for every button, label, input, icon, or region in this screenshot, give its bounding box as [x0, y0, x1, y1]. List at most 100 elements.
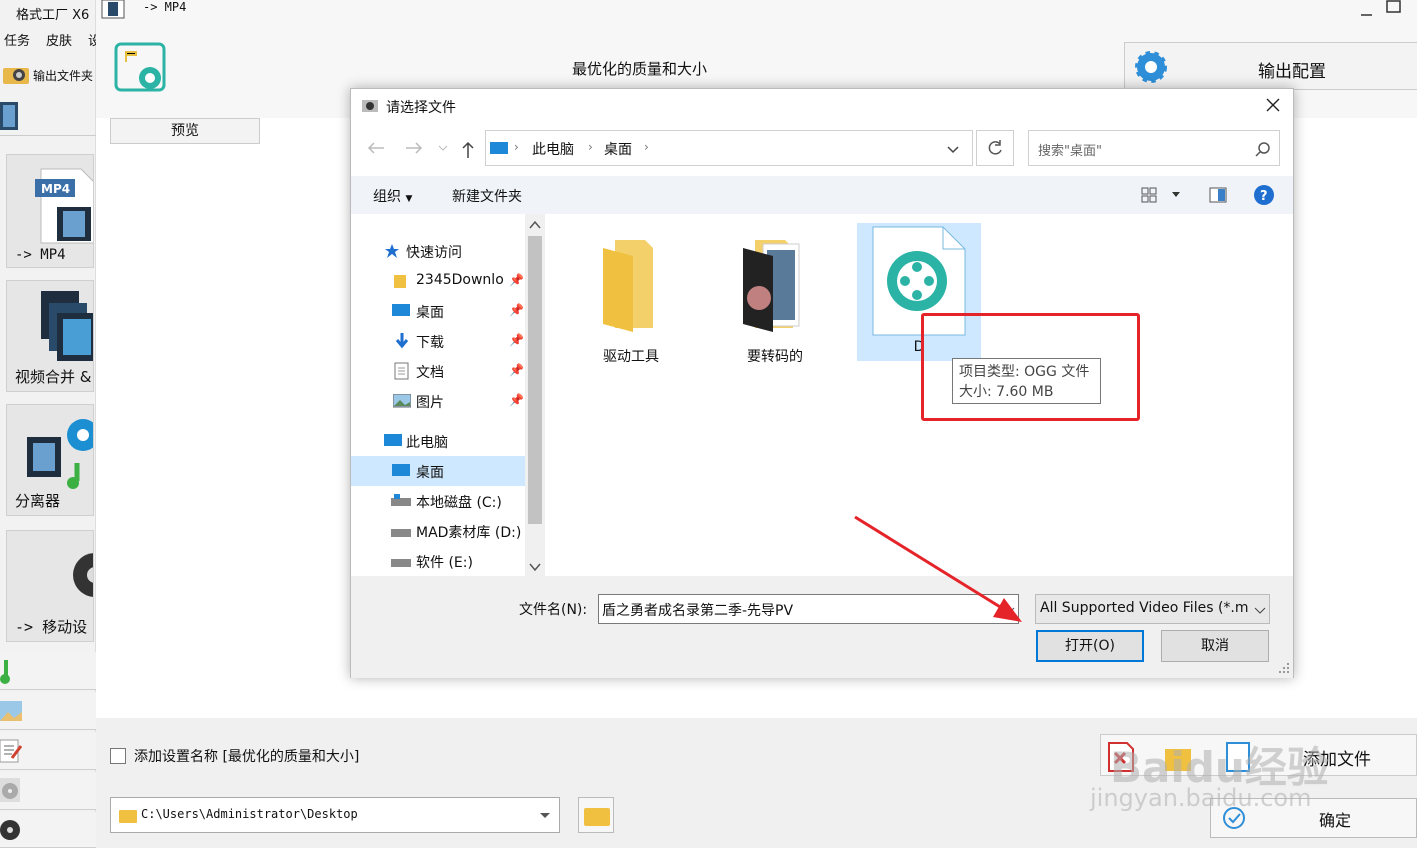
nav-drive-c[interactable]: 本地磁盘 (C:)	[351, 486, 525, 516]
view-chevron-icon[interactable]	[1171, 191, 1181, 199]
video-category[interactable]	[0, 98, 96, 136]
document-category[interactable]	[0, 732, 96, 770]
toolbar-icons	[1108, 742, 1250, 772]
help-icon[interactable]: ?	[1254, 185, 1274, 205]
pin-icon: 📌	[509, 303, 524, 317]
chevron-down-icon	[1003, 607, 1015, 614]
add-file-button[interactable]: 添加文件	[1100, 734, 1417, 776]
search-input[interactable]: 搜索"桌面"	[1028, 130, 1280, 166]
recent-chevron-icon[interactable]	[438, 144, 448, 152]
utilities-category[interactable]	[0, 812, 96, 848]
minimize-icon	[1361, 14, 1372, 16]
music-note-icon	[0, 660, 10, 684]
nav-this-pc[interactable]: 此电脑	[351, 426, 525, 456]
desktop-icon	[392, 464, 410, 476]
download-icon	[395, 333, 409, 349]
new-folder-button[interactable]: 新建文件夹	[452, 186, 522, 206]
star-icon	[385, 244, 399, 258]
nav-downloads[interactable]: 下载 📌	[351, 326, 525, 356]
filter-value: All Supported Video Files (*.mp4	[1040, 600, 1248, 616]
computer-icon	[490, 142, 508, 154]
tool-label: -> MP4	[15, 247, 66, 263]
nav-drive-d[interactable]: MAD素材库 (D:)	[351, 516, 525, 546]
forward-arrow-icon[interactable]	[404, 140, 424, 156]
filename-input[interactable]: 盾之勇者成名录第二季-先导PV	[598, 594, 1019, 624]
folder-with-images-icon	[743, 240, 800, 332]
view-options-icon[interactable]	[1141, 187, 1157, 203]
open-button[interactable]: 打开(O)	[1036, 630, 1144, 662]
filename-value: 盾之勇者成名录第二季-先导PV	[602, 603, 794, 619]
nav-quick-access[interactable]: 快速访问	[351, 236, 525, 266]
organize-menu[interactable]: 组织 ▼	[373, 186, 412, 206]
output-config-label: 输出配置	[1258, 62, 1326, 82]
maximize-button[interactable]	[1384, 0, 1404, 16]
drive-icon	[391, 529, 411, 537]
output-path-value: C:\Users\Administrator\Desktop	[141, 807, 358, 821]
output-folder-button[interactable]: 输出文件夹	[0, 62, 96, 88]
file-item-folder[interactable]: 驱动工具	[569, 230, 693, 368]
gear-icon	[1135, 51, 1167, 83]
pin-icon: 📌	[509, 393, 524, 407]
chevron-down-icon	[540, 813, 550, 818]
menu-item-task[interactable]: 任务	[4, 34, 30, 49]
minimize-button[interactable]	[1356, 2, 1376, 18]
file-item-folder[interactable]: 要转码的	[713, 230, 837, 368]
app-title: 格式工厂 X6	[16, 8, 90, 23]
address-bar[interactable]: › 此电脑 › 桌面 ›	[485, 130, 973, 166]
nav-drive-e[interactable]: 软件 (E:)	[351, 546, 525, 576]
cancel-button[interactable]: 取消	[1161, 630, 1269, 662]
tool-mp4-badge: MP4	[41, 182, 70, 196]
dialog-footer	[351, 576, 1293, 678]
nav-documents[interactable]: 文档 📌	[351, 356, 525, 386]
browse-folder-button[interactable]	[578, 797, 614, 833]
nav-2345downloads[interactable]: 2345Downlo 📌	[351, 266, 525, 296]
tool-to-mp4[interactable]: MP4 -> MP4	[6, 154, 94, 268]
document-edit-icon	[0, 739, 22, 763]
splitter-icon	[27, 419, 93, 489]
breadcrumb-this-pc[interactable]: 此电脑	[532, 139, 574, 159]
add-setting-name-label: 添加设置名称 [最优化的质量和大小]	[134, 749, 360, 765]
ok-button[interactable]: 确定	[1210, 798, 1417, 838]
up-arrow-icon[interactable]	[460, 140, 476, 160]
file-type-filter[interactable]: All Supported Video Files (*.mp4	[1035, 594, 1270, 624]
folder-icon	[119, 810, 137, 823]
folder-icon	[394, 275, 406, 288]
back-arrow-icon[interactable]	[366, 140, 386, 156]
tool-label: 分离器	[15, 492, 61, 510]
resize-grip-icon[interactable]	[1278, 662, 1290, 674]
scrollbar-thumb[interactable]	[528, 236, 542, 524]
window-title: -> MP4	[143, 0, 187, 14]
mp4-file-icon: MP4	[35, 168, 93, 244]
tab-preview[interactable]: 预览	[110, 118, 260, 144]
nav-pictures[interactable]: 图片 📌	[351, 386, 525, 416]
breadcrumb-desktop[interactable]: 桌面	[604, 139, 632, 159]
tool-label: 视频合并 &	[15, 368, 92, 386]
nav-desktop-quick[interactable]: 桌面 📌	[351, 296, 525, 326]
nav-desktop[interactable]: 桌面	[351, 456, 525, 486]
computer-icon	[384, 434, 402, 446]
refresh-button[interactable]	[976, 130, 1014, 166]
document-icon	[394, 362, 409, 380]
check-icon	[1223, 807, 1245, 829]
preview-pane-icon[interactable]	[1209, 187, 1227, 203]
tool-splitter[interactable]: 分离器	[6, 404, 94, 516]
picture-category[interactable]	[0, 692, 96, 730]
tool-mobile[interactable]: -> 移动设	[6, 530, 94, 642]
disc-icon	[0, 778, 20, 802]
output-path-dropdown[interactable]: C:\Users\Administrator\Desktop	[110, 797, 560, 833]
pin-icon: 📌	[509, 273, 524, 287]
scroll-down-icon[interactable]	[529, 562, 541, 572]
add-setting-name-checkbox[interactable]	[110, 748, 126, 764]
dialog-close-button[interactable]	[1262, 94, 1284, 116]
drive-icon	[391, 559, 411, 567]
scroll-up-icon[interactable]	[529, 220, 541, 230]
rom-category[interactable]	[0, 772, 96, 810]
tool-video-merge[interactable]: 视频合并 &	[6, 280, 94, 392]
audio-category[interactable]	[0, 652, 96, 690]
search-placeholder: 搜索"桌面"	[1038, 144, 1102, 159]
folder-icon	[584, 808, 610, 826]
menu-item-skin[interactable]: 皮肤	[46, 34, 72, 49]
pin-icon: 📌	[509, 363, 524, 377]
output-config-button[interactable]: 输出配置	[1124, 42, 1417, 90]
file-name: 要转码的	[747, 349, 803, 365]
